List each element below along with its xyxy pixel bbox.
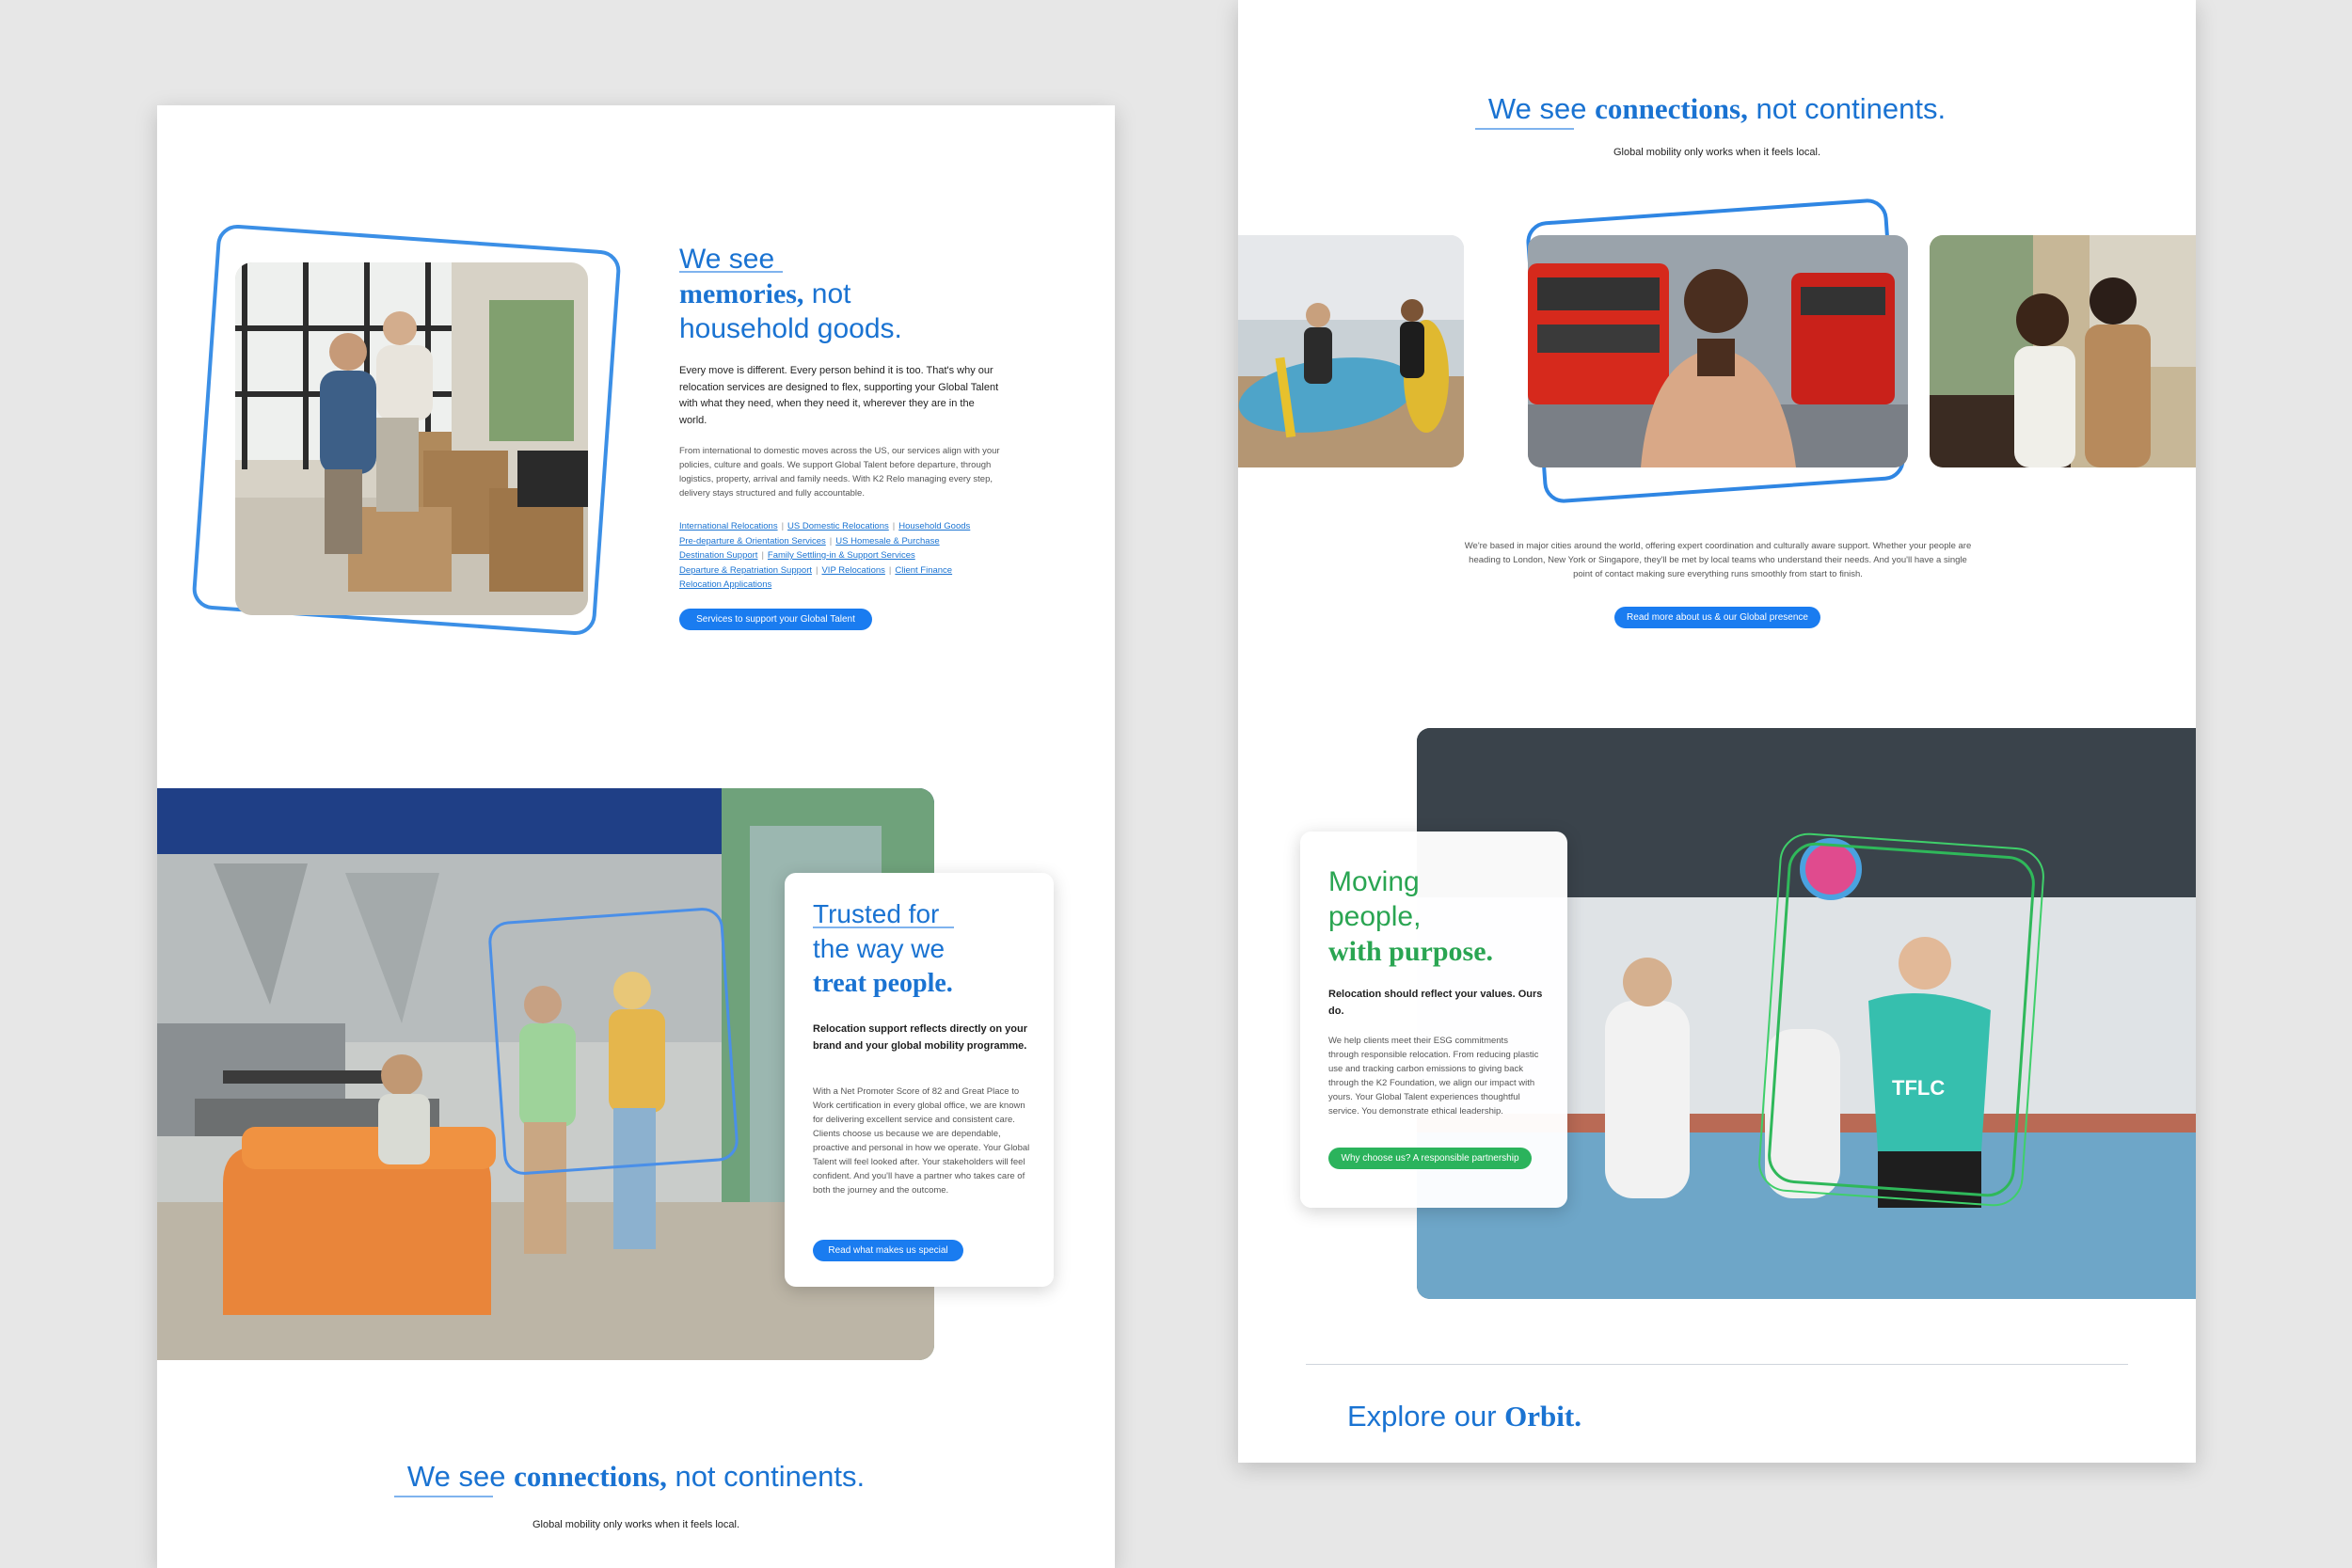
left-connections-heading: We see connections, not continents. <box>157 1460 1115 1494</box>
movers-photo <box>235 262 588 615</box>
services-button[interactable]: Services to support your Global Talent <box>679 609 872 630</box>
global-presence-button[interactable]: Read more about us & our Global presence <box>1614 607 1820 628</box>
left-connections-subtitle: Global mobility only works when it feels… <box>532 1519 740 1530</box>
link-us-domestic-relocations[interactable]: US Domestic Relocations <box>787 521 889 531</box>
link-departure-repatriation[interactable]: Departure & Repatriation Support <box>679 565 812 576</box>
surfers-photo <box>1238 235 1464 467</box>
link-family-settling-in[interactable]: Family Settling-in & Support Services <box>768 550 915 561</box>
heading-household-goods: household goods. <box>679 313 902 344</box>
link-client-finance[interactable]: Client Finance <box>895 565 952 576</box>
heading-underline <box>679 271 783 273</box>
purpose-lead-text: Relocation should reflect your values. O… <box>1328 989 1543 1017</box>
memories-lead-text: Every move is different. Every person be… <box>679 365 999 426</box>
link-vip-relocations[interactable]: VIP Relocations <box>821 565 884 576</box>
link-pre-departure[interactable]: Pre-departure & Orientation Services <box>679 536 826 546</box>
link-us-homesale[interactable]: US Homesale & Purchase <box>835 536 939 546</box>
office-frame-outline <box>486 906 740 1177</box>
services-links: International Relocations | US Domestic Re… <box>679 521 971 590</box>
not-continents-text: not continents. <box>1756 92 1947 125</box>
trusted-underline <box>813 927 954 928</box>
left-page-mockup: We see memories, not household goods. Ev… <box>157 105 1115 1568</box>
link-destination-support[interactable]: Destination Support <box>679 550 757 561</box>
right-connections-heading: We see connections, not continents. <box>1238 92 2196 126</box>
link-international-relocations[interactable]: International Relocations <box>679 521 778 531</box>
right-connections-body: We're based in major cities around the w… <box>1464 541 1972 579</box>
purpose-line3: with purpose. <box>1328 936 1494 967</box>
right-page-mockup: We see connections, not continents. Glob… <box>1238 0 2196 1463</box>
divider <box>1306 1364 2128 1365</box>
purpose-line1: Moving <box>1328 866 1420 897</box>
right-connections-subtitle: Global mobility only works when it feels… <box>1613 147 1821 158</box>
link-relocation-applications[interactable]: Relocation Applications <box>679 579 771 590</box>
memories-body-text: From international to domestic moves acr… <box>679 446 1000 499</box>
memories-heading: We see memories, not household goods. <box>679 242 980 346</box>
purpose-card: Moving people, with purpose. Relocation … <box>1300 832 1567 1208</box>
connections-text: connections, <box>1595 92 1748 125</box>
london-photo <box>1528 235 1908 467</box>
trusted-card: Trusted for the way we treat people. Rel… <box>785 873 1054 1287</box>
trusted-lead-text: Relocation support reflects directly on … <box>813 1023 1027 1052</box>
link-household-goods[interactable]: Household Goods <box>898 521 970 531</box>
heading-memories: memories, <box>679 278 804 309</box>
trusted-body-text: With a Net Promoter Score of 82 and Grea… <box>813 1086 1030 1196</box>
orbit-text[interactable]: Orbit. <box>1504 1400 1581 1433</box>
trusted-line3: treat people. <box>813 969 953 998</box>
heading-not: not <box>803 278 851 309</box>
left-connections-underline <box>394 1496 493 1497</box>
purpose-body-text: We help clients meet their ESG commitmen… <box>1328 1036 1539 1117</box>
trusted-line2: the way we <box>813 934 946 963</box>
shirt-text: TFLC <box>1892 1076 1945 1100</box>
we-see-text: We see <box>406 1460 506 1493</box>
connections-text: connections, <box>514 1460 667 1493</box>
explore-orbit-heading: Explore our Orbit. <box>1347 1400 1581 1433</box>
purpose-line2: people, <box>1328 901 1422 932</box>
right-connections-underline <box>1475 128 1574 130</box>
we-see-text: We see <box>1487 92 1587 125</box>
explore-our-text: Explore our <box>1347 1400 1497 1433</box>
responsible-partnership-button[interactable]: Why choose us? A responsible partnership <box>1328 1148 1532 1169</box>
street-friends-photo <box>1930 235 2196 467</box>
special-button[interactable]: Read what makes us special <box>813 1240 963 1261</box>
not-continents-text: not continents. <box>675 1460 866 1493</box>
